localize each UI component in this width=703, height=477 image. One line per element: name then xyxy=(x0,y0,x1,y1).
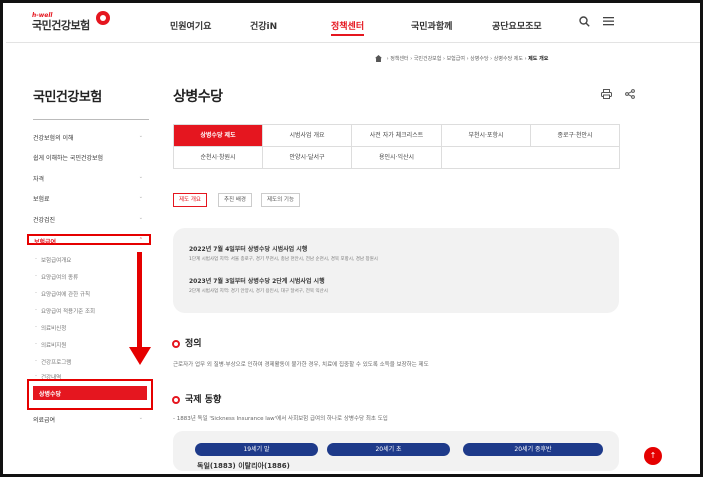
notice-title: 2022년 7월 4일부터 상병수당 시범사업 시행 xyxy=(189,246,308,253)
chevron-down-icon: ⌄ xyxy=(138,174,143,180)
notice-title: 2023년 7월 3일부터 상병수당 2단계 시범사업 시행 xyxy=(189,278,325,285)
sidebar-item-qualification[interactable]: 자격 ⌄ xyxy=(33,174,149,183)
chevron-down-icon: ⌄ xyxy=(138,133,143,139)
sidebar-item-insurance-benefit[interactable]: 보험급여 ⌃ xyxy=(27,234,151,246)
pill-function[interactable]: 제도의 기능 xyxy=(261,193,301,207)
section-heading-text: 정의 xyxy=(185,339,202,349)
sidebar-item-health-insurance-intro[interactable]: 건강보험의 이해 ⌄ xyxy=(33,133,149,142)
scroll-top-button[interactable]: ↑ xyxy=(644,447,662,465)
era-countries: 독일(1883) 이탈리아(1886) xyxy=(197,462,290,470)
sidebar-item-label: 건강검진 xyxy=(33,217,56,224)
annotation-arrow-shaft xyxy=(137,252,142,349)
logo-subtitle: h-well xyxy=(32,12,53,19)
breadcrumb-current: 제도 개요 xyxy=(528,56,549,62)
sidebar-divider xyxy=(33,119,149,120)
site-logo[interactable]: h-well 국민건강보험 xyxy=(32,11,110,32)
print-icon[interactable] xyxy=(601,89,612,102)
notice-box xyxy=(173,228,619,313)
international-text: - 1883년 독일 'Sickness Insurance law'에서 사회… xyxy=(173,416,388,422)
breadcrumb-item[interactable]: 국민건강보험 xyxy=(414,56,442,62)
sidebar-title: 국민건강보험 xyxy=(33,90,102,105)
section-heading-text: 국제 동향 xyxy=(185,395,222,405)
search-icon[interactable] xyxy=(579,16,590,30)
era-label: 20세기 초 xyxy=(327,443,450,456)
sidebar-item-premium[interactable]: 보험료 ⌄ xyxy=(33,194,149,203)
annotation-highlight-box: 상병수당 xyxy=(27,379,153,410)
ring-bullet-icon xyxy=(172,339,180,348)
logo-mark-icon xyxy=(96,11,110,25)
era-label: 20세기 중후반 xyxy=(463,443,603,456)
tab-self-checklist[interactable]: 사전 자가 체크리스트 xyxy=(352,125,442,147)
tab-group: 상병수당 제도 시범사업 개요 사전 자가 체크리스트 부천시·포항시 종로구·… xyxy=(173,124,620,169)
ring-bullet-icon xyxy=(172,395,180,404)
tab-bucheon-pohang[interactable]: 부천시·포항시 xyxy=(442,125,531,147)
nav-item-minwon[interactable]: 민원여기요 xyxy=(170,19,211,32)
tab-yongin-iksan[interactable]: 용인시·익산시 xyxy=(352,147,442,169)
nav-item-with-people[interactable]: 국민과함께 xyxy=(411,19,452,32)
annotation-arrow-down-icon xyxy=(129,347,151,365)
pill-system-overview[interactable]: 제도 개요 xyxy=(173,193,207,207)
sidebar-item-label: 보험급여 xyxy=(34,239,57,246)
tab-system[interactable]: 상병수당 제도 xyxy=(174,125,263,147)
tab-pilot-overview[interactable]: 시범사업 개요 xyxy=(263,125,352,147)
notice-subtitle: 1단계 시범사업 지역: 서울 종로구, 경기 부천시, 충남 천안시, 전남 … xyxy=(189,257,378,262)
chevron-up-icon: ⌃ xyxy=(138,237,143,243)
nav-item-health-in[interactable]: 건강iN xyxy=(250,19,277,32)
page-title: 상병수당 xyxy=(173,89,223,105)
hamburger-menu-icon[interactable] xyxy=(603,16,614,29)
browser-frame: h-well 국민건강보험 민원여기요 건강iN 정책센터 국민과함께 공단요모… xyxy=(0,0,703,477)
tab-anyang-dalseo[interactable]: 안양시·달서구 xyxy=(263,147,352,169)
breadcrumb-item[interactable]: 정책센터 xyxy=(390,56,408,62)
tab-jongno-cheonan[interactable]: 종로구·천안시 xyxy=(531,125,619,147)
sidebar-item-label: 건강보험의 이해 xyxy=(33,135,74,142)
pill-background[interactable]: 추진 배경 xyxy=(218,193,252,207)
section-heading-international: 국제 동향 xyxy=(172,392,221,405)
section-heading-definition: 정의 xyxy=(172,336,202,349)
sidebar-item-checkup[interactable]: 건강검진 ⌄ xyxy=(33,215,149,224)
share-icon[interactable] xyxy=(625,89,635,102)
sidebar-item-label: 상병수당 xyxy=(39,391,62,398)
nav-item-policy-center[interactable]: 정책센터 xyxy=(331,19,365,36)
sidebar-item-easy-guide[interactable]: 쉽게 이해하는 국민건강보험 xyxy=(33,153,149,162)
notice-subtitle: 2단계 시범사업 지역: 경기 안양시, 경기 용인시, 대구 달서구, 전북 … xyxy=(189,289,328,294)
sidebar-item-label: 의료급여 xyxy=(33,417,56,424)
sidebar-item-medical-aid[interactable]: 의료급여 ⌄ xyxy=(33,415,149,424)
sidebar-item-label: 보험료 xyxy=(33,196,50,203)
sidebar-item-sickness-allowance[interactable]: 상병수당 xyxy=(33,386,147,400)
breadcrumb-item[interactable]: 상병수당 xyxy=(470,56,488,62)
sidebar-item-label: 자격 xyxy=(33,176,45,183)
site-header: h-well 국민건강보험 민원여기요 건강iN 정책센터 국민과함께 공단요모… xyxy=(6,6,700,43)
breadcrumb-item[interactable]: 상병수당 제도 xyxy=(494,56,523,62)
breadcrumb: › 정책센터 › 국민건강보험 › 보험급여 › 상병수당 › 상병수당 제도 … xyxy=(375,55,695,62)
breadcrumb-item[interactable]: 보험급여 xyxy=(447,56,465,62)
chevron-down-icon: ⌄ xyxy=(138,194,143,200)
era-label: 19세기 말 xyxy=(195,443,318,456)
nav-item-corporation[interactable]: 공단요모조모 xyxy=(492,19,542,32)
sidebar-item-label: 쉽게 이해하는 국민건강보험 xyxy=(33,155,104,162)
logo-title: 국민건강보험 xyxy=(32,19,90,32)
home-icon[interactable] xyxy=(375,55,382,62)
definition-text: 근로자가 업무 외 질병·부상으로 인하여 경제활동이 불가한 경우, 치료에 … xyxy=(173,362,429,368)
chevron-down-icon: ⌄ xyxy=(138,215,143,221)
tab-suncheon-changwon[interactable]: 순천시·창원시 xyxy=(174,147,263,169)
chevron-down-icon: ⌄ xyxy=(138,415,143,421)
